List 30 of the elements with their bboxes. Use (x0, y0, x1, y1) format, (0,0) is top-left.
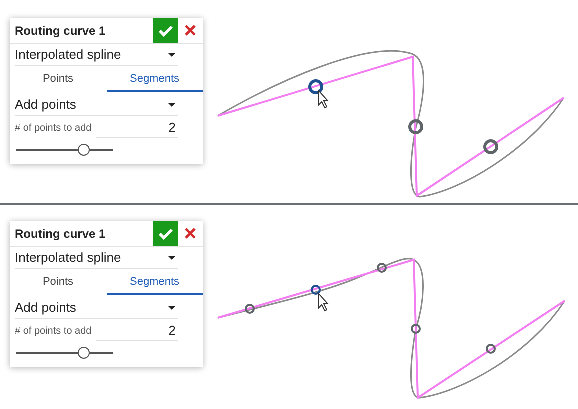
mode-dropdown[interactable]: Add points (15, 94, 178, 116)
accept-button[interactable] (153, 18, 178, 43)
slider[interactable] (16, 347, 113, 359)
field-label: # of points to add (15, 122, 92, 136)
slider[interactable] (16, 144, 113, 156)
slider-thumb[interactable] (78, 347, 90, 359)
accept-button[interactable] (153, 221, 178, 246)
dialog-title: Routing curve 1 (14, 226, 107, 242)
checkmark-icon (158, 228, 174, 240)
tab[interactable]: Points (10, 68, 106, 92)
close-icon (185, 228, 196, 239)
tab[interactable]: Segments (106, 271, 203, 295)
close-icon (185, 25, 196, 36)
caret-icon (168, 306, 176, 310)
caret-icon (168, 102, 176, 106)
caret-icon (168, 256, 176, 260)
count-field[interactable]: 2 (96, 321, 178, 341)
cursor-icon (318, 90, 330, 109)
tab[interactable]: Points (10, 271, 106, 295)
dialog-title: Routing curve 1 (14, 22, 107, 40)
slider-thumb[interactable] (78, 144, 90, 156)
spline-type-dropdown[interactable]: Interpolated spline (15, 247, 178, 269)
spline-type-dropdown[interactable]: Interpolated spline (15, 44, 178, 66)
tab[interactable]: Segments (106, 68, 203, 92)
mode-dropdown[interactable]: Add points (15, 297, 178, 319)
cursor-icon (318, 292, 330, 312)
caret-icon (168, 52, 176, 56)
field-label: # of points to add (15, 324, 92, 338)
count-field[interactable]: 2 (96, 118, 178, 138)
checkmark-icon (158, 24, 174, 36)
